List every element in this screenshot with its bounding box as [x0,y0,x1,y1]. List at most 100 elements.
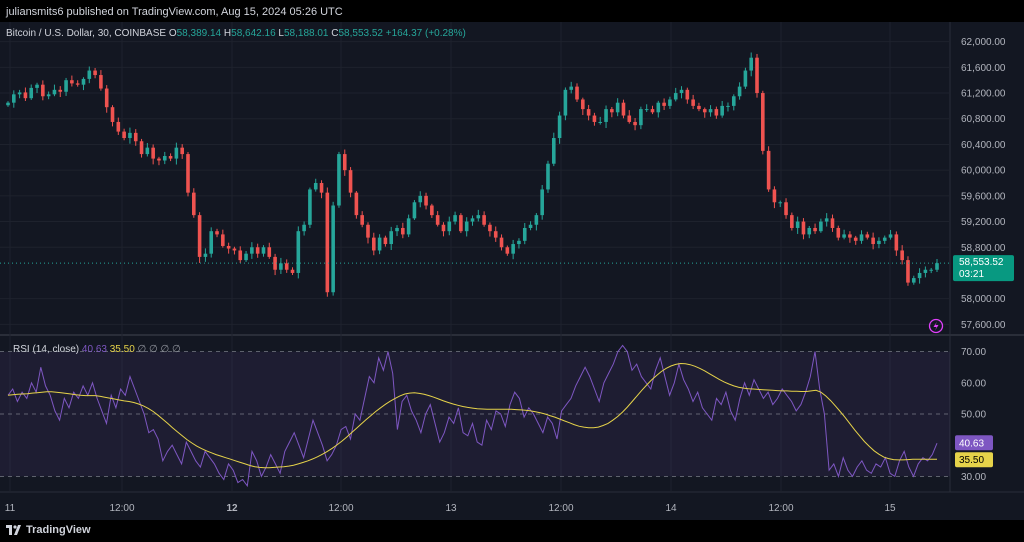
candles [0,52,950,334]
candle-body [906,260,910,283]
open-label: O [168,28,177,39]
time-tick-label: 11 [5,503,16,514]
symbol-name[interactable]: Bitcoin / U.S. Dollar, 30, COINBASE [6,28,166,39]
candle-body [575,86,579,100]
candle-body [139,141,144,155]
candle-body [250,247,254,254]
candle-body [290,269,295,273]
candle-body [70,80,74,84]
rsi-tick-label: 70.00 [961,347,986,358]
rsi-value-tag-text: 40.63 [959,439,984,450]
candle-body [859,234,864,241]
time-tick-label: 15 [884,503,896,514]
chart-canvas[interactable]: 11 12:00 12 12:00 13 12:00 14 12:00 15 62,000.00 6… [0,22,1024,520]
candle-body [337,154,341,206]
candle-body [586,109,591,116]
rsi-label[interactable]: RSI (14, close) [13,344,79,355]
candle-body [929,269,933,271]
candle-body [424,195,428,206]
candle-body [447,221,452,232]
lightning-icon[interactable] [928,318,944,334]
candle-body [453,215,457,222]
rsi-na-values: ∅ ∅ ∅ ∅ [137,344,181,355]
close-value: 58,553.52 [338,28,384,39]
candle-body [23,92,28,99]
candle-body [52,89,57,95]
candle-body [743,70,748,87]
candle-body [157,158,161,161]
candle-body [366,224,370,238]
price-tick-label: 60,000.00 [961,166,1006,177]
candle-body [64,80,68,92]
candle-body [807,227,812,235]
candle-body [296,231,301,273]
price-tick-label: 61,200.00 [961,89,1006,100]
candle-body [488,224,492,232]
candle-body [505,247,510,254]
footer [0,520,1024,542]
candle-body [87,70,92,79]
candle-body [203,253,208,257]
price-tick-label: 62,000.00 [961,37,1006,48]
candle-body [128,132,132,139]
candle-body [714,109,719,116]
candle-body [383,237,388,245]
high-value: 58,642.16 [231,28,276,39]
candle-body [313,183,318,190]
price-tick-label: 59,600.00 [961,191,1006,202]
candle-body [221,234,225,246]
candle-body [377,237,382,251]
candle-body [284,263,289,270]
last-price-tag: 58,553.5203:21 [953,255,1014,282]
candle-body [371,237,376,251]
candle-body [882,237,887,241]
candle-body [197,215,202,257]
candle-body [679,89,684,94]
candle-body [476,215,481,219]
candle-body [528,224,533,228]
candle-body [778,202,783,204]
candle-body [151,147,155,159]
candle-body [819,221,823,232]
candle-body [911,278,916,283]
candle-body [226,245,231,249]
candle-body [29,87,34,99]
candle-body [232,248,237,251]
candle-body [848,234,852,238]
candle-body [58,89,63,92]
candle-body [104,88,109,108]
tradingview-logo[interactable]: TradingView [6,524,91,536]
candle-body [482,215,486,225]
chart-area[interactable]: 11 12:00 12 12:00 13 12:00 14 12:00 15 62,000.00 6… [0,22,1024,520]
candle-body [342,154,347,171]
candle-body [755,57,759,94]
tradingview-logo-icon [6,525,21,535]
candle-body [162,156,167,161]
candle-body [81,78,86,85]
candle-body [842,234,846,238]
candle-body [406,218,411,235]
candle-body [662,102,666,106]
time-tick-label: 12:00 [548,503,573,514]
candle-body [17,92,22,95]
candle-body [795,221,800,228]
time-tick-label: 12 [226,503,238,514]
low-value: 58,188.01 [283,28,329,39]
price-tick-label: 59,200.00 [961,217,1006,228]
candle-body [877,240,881,245]
time-tick-label: 13 [445,503,457,514]
candle-body [766,150,771,190]
price-tick-label: 57,600.00 [961,320,1006,331]
rsi-pane [0,344,950,488]
candle-body [708,109,713,113]
candle-body [824,218,829,222]
price-tick-label: 58,800.00 [961,243,1006,254]
symbol-legend: Bitcoin / U.S. Dollar, 30, COINBASE O 58,… [6,28,466,39]
candle-body [639,109,643,126]
candle-body [685,89,690,100]
candle-body [244,253,248,261]
candle-body [737,86,742,97]
candle-body [354,192,359,216]
candle-body [464,221,469,232]
rsi-ma-tag-text: 35.50 [959,455,984,466]
